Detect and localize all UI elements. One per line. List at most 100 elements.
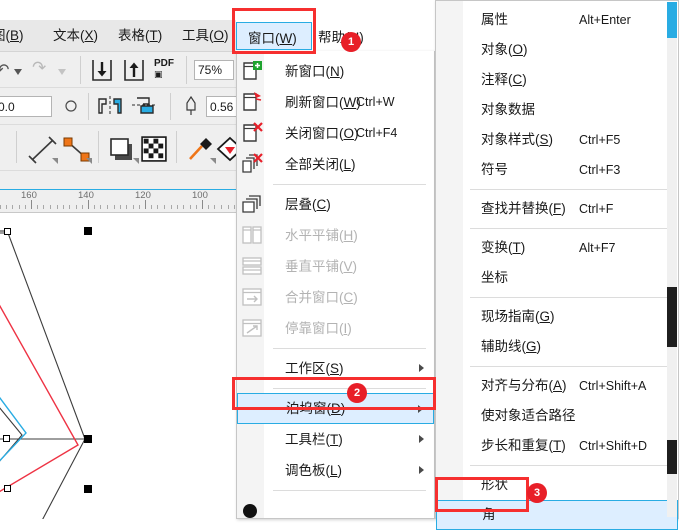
submenu-item-shortcut: Alt+F7: [579, 241, 616, 255]
undo-dropdown-icon[interactable]: [14, 64, 22, 78]
menu-item-shortcut: Ctrl+F4: [356, 126, 398, 140]
redo-dropdown-icon: [58, 64, 66, 78]
chevron-right-icon: [419, 435, 424, 443]
menu-item-label: 刷新窗口: [285, 95, 339, 110]
menu-item-view[interactable]: 图(B): [0, 25, 24, 47]
menu-item-table[interactable]: 表格(T): [118, 25, 162, 47]
submenu-item-shortcut: Ctrl+F: [579, 202, 614, 216]
new-window-icon: [242, 60, 264, 82]
menu-item-label: 垂直平铺: [285, 259, 339, 274]
submenu-item-label: 对象数据: [481, 102, 535, 117]
tile-vertically-icon: [242, 255, 264, 277]
submenu-item-object[interactable]: 对象(O): [436, 35, 678, 65]
menu-item-text[interactable]: 文本(X): [53, 25, 98, 47]
rotation-input[interactable]: [0, 96, 52, 117]
submenu-item-comment[interactable]: 注释(C): [436, 65, 678, 95]
standard-toolbar: ↶ ↷ PDF ▣: [0, 52, 236, 88]
weld-objects-icon[interactable]: [131, 96, 157, 119]
submenu-item-step-and-repeat[interactable]: 步长和重复(T) Ctrl+Shift+D: [436, 431, 678, 461]
annotation-box-corner-item: [435, 477, 529, 512]
submenu-item-shortcut: Ctrl+F5: [579, 133, 621, 147]
selection-handle[interactable]: [4, 228, 11, 235]
menu-item-document-untitled[interactable]: [237, 495, 434, 526]
color-eyedropper-icon[interactable]: [186, 136, 216, 167]
import-icon[interactable]: [90, 58, 114, 85]
submenu-item-label: 对象样式: [481, 132, 535, 147]
dimension-tool-icon[interactable]: [28, 136, 58, 167]
dockers-submenu[interactable]: 属性 Alt+Enter 对象(O) 注释(C) 对象数据 对象样式(S) Ct…: [435, 0, 679, 530]
submenu-scrollbar-top-marker: [667, 2, 677, 38]
refresh-window-icon: [242, 91, 264, 113]
annotation-badge-1: 1: [341, 32, 361, 52]
export-icon[interactable]: [122, 58, 146, 85]
submenu-item-symbols[interactable]: 符号 Ctrl+F3: [436, 155, 678, 185]
connector-tool-icon[interactable]: [62, 136, 92, 167]
submenu-item-label: 变换: [481, 240, 508, 255]
menu-item-tools[interactable]: 工具(O): [182, 25, 229, 47]
menu-item-window-active[interactable]: 窗口(W): [236, 22, 312, 50]
submenu-scrollbar-thumb[interactable]: [667, 287, 677, 347]
submenu-item-align-and-distribute[interactable]: 对齐与分布(A) Ctrl+Shift+A: [436, 371, 678, 401]
menu-item-cascade[interactable]: 层叠(C): [237, 189, 434, 220]
menu-item-close-all[interactable]: 全部关闭(L): [237, 149, 434, 180]
submenu-item-transform[interactable]: 变换(T) Alt+F7: [436, 233, 678, 263]
submenu-item-label: 辅助线: [481, 339, 522, 354]
annotation-box-dockers-item: [232, 377, 436, 410]
submenu-item-label: 符号: [481, 162, 508, 177]
menu-item-merge-window: 合并窗口(C): [237, 282, 434, 313]
zoom-level-input[interactable]: [194, 60, 234, 80]
submenu-scrollbar-thumb-lower[interactable]: [667, 440, 677, 474]
submenu-item-guidelines[interactable]: 辅助线(G): [436, 332, 678, 362]
submenu-item-label: 步长和重复: [481, 438, 549, 453]
submenu-item-properties[interactable]: 属性 Alt+Enter: [436, 5, 678, 35]
selection-handle[interactable]: [84, 435, 92, 443]
chevron-right-icon: [419, 466, 424, 474]
submenu-item-find-and-replace[interactable]: 查找并替换(F) Ctrl+F: [436, 194, 678, 224]
menu-item-dock-window: 停靠窗口(I): [237, 313, 434, 344]
menu-item-label: 新窗口: [285, 64, 326, 79]
horizontal-ruler[interactable]: 160 140 120 100: [0, 189, 236, 213]
submenu-item-live-guide[interactable]: 现场指南(G): [436, 302, 678, 332]
arrow-polygon-shape[interactable]: [0, 213, 236, 519]
mirror-horizontal-icon[interactable]: [97, 95, 123, 120]
redo-icon: ↷: [32, 58, 47, 77]
annotation-badge-2: 2: [347, 383, 367, 403]
tool-palette-row: [0, 125, 244, 171]
menu-item-color-palettes[interactable]: 调色板(L): [237, 455, 434, 486]
toolbar-filler-strip: [0, 171, 236, 189]
selection-handle[interactable]: [4, 485, 11, 492]
submenu-item-coordinates[interactable]: 坐标: [436, 263, 678, 293]
menu-separator: [273, 490, 426, 491]
annotation-badge-3: 3: [527, 483, 547, 503]
submenu-separator: [470, 465, 672, 466]
submenu-item-shortcut: Ctrl+Shift+D: [579, 439, 648, 453]
submenu-item-label: 注释: [481, 72, 508, 87]
selection-handle[interactable]: [84, 485, 92, 493]
title-bar-sliver: [0, 0, 236, 20]
transparency-icon[interactable]: [141, 136, 167, 165]
submenu-item-object-data[interactable]: 对象数据: [436, 95, 678, 125]
menu-item-label: 调色板: [285, 463, 326, 478]
drop-shadow-icon[interactable]: [109, 136, 139, 167]
submenu-scrollbar[interactable]: [667, 2, 677, 517]
publish-to-pdf-icon[interactable]: PDF ▣: [154, 59, 174, 80]
round-corner-icon[interactable]: [63, 98, 79, 117]
submenu-item-shortcut: Ctrl+Shift+A: [579, 379, 647, 393]
submenu-item-label: 对象: [481, 42, 508, 57]
selection-handle[interactable]: [3, 435, 10, 442]
submenu-item-object-styles[interactable]: 对象样式(S) Ctrl+F5: [436, 125, 678, 155]
close-all-windows-icon: [242, 153, 264, 175]
menu-item-new-window[interactable]: 新窗口(N): [237, 56, 434, 87]
submenu-item-shortcut: Ctrl+F3: [579, 163, 621, 177]
menu-item-close-window[interactable]: 关闭窗口(O) Ctrl+F4: [237, 118, 434, 149]
drawing-canvas[interactable]: [0, 213, 236, 519]
tile-horizontally-icon: [242, 224, 264, 246]
menu-item-toolbars[interactable]: 工具栏(T): [237, 424, 434, 455]
undo-icon[interactable]: ↶: [0, 60, 9, 80]
menu-item-refresh-window[interactable]: 刷新窗口(W) Ctrl+W: [237, 87, 434, 118]
menu-item-label: 层叠: [285, 197, 312, 212]
outline-pen-icon[interactable]: [185, 95, 197, 119]
selection-handle[interactable]: [84, 227, 92, 235]
window-menu-dropdown[interactable]: 新窗口(N) 刷新窗口(W) Ctrl+W 关闭窗口(O) Ctrl+F4 全部…: [236, 51, 435, 519]
submenu-item-fit-objects-to-path[interactable]: 使对象适合路径: [436, 401, 678, 431]
